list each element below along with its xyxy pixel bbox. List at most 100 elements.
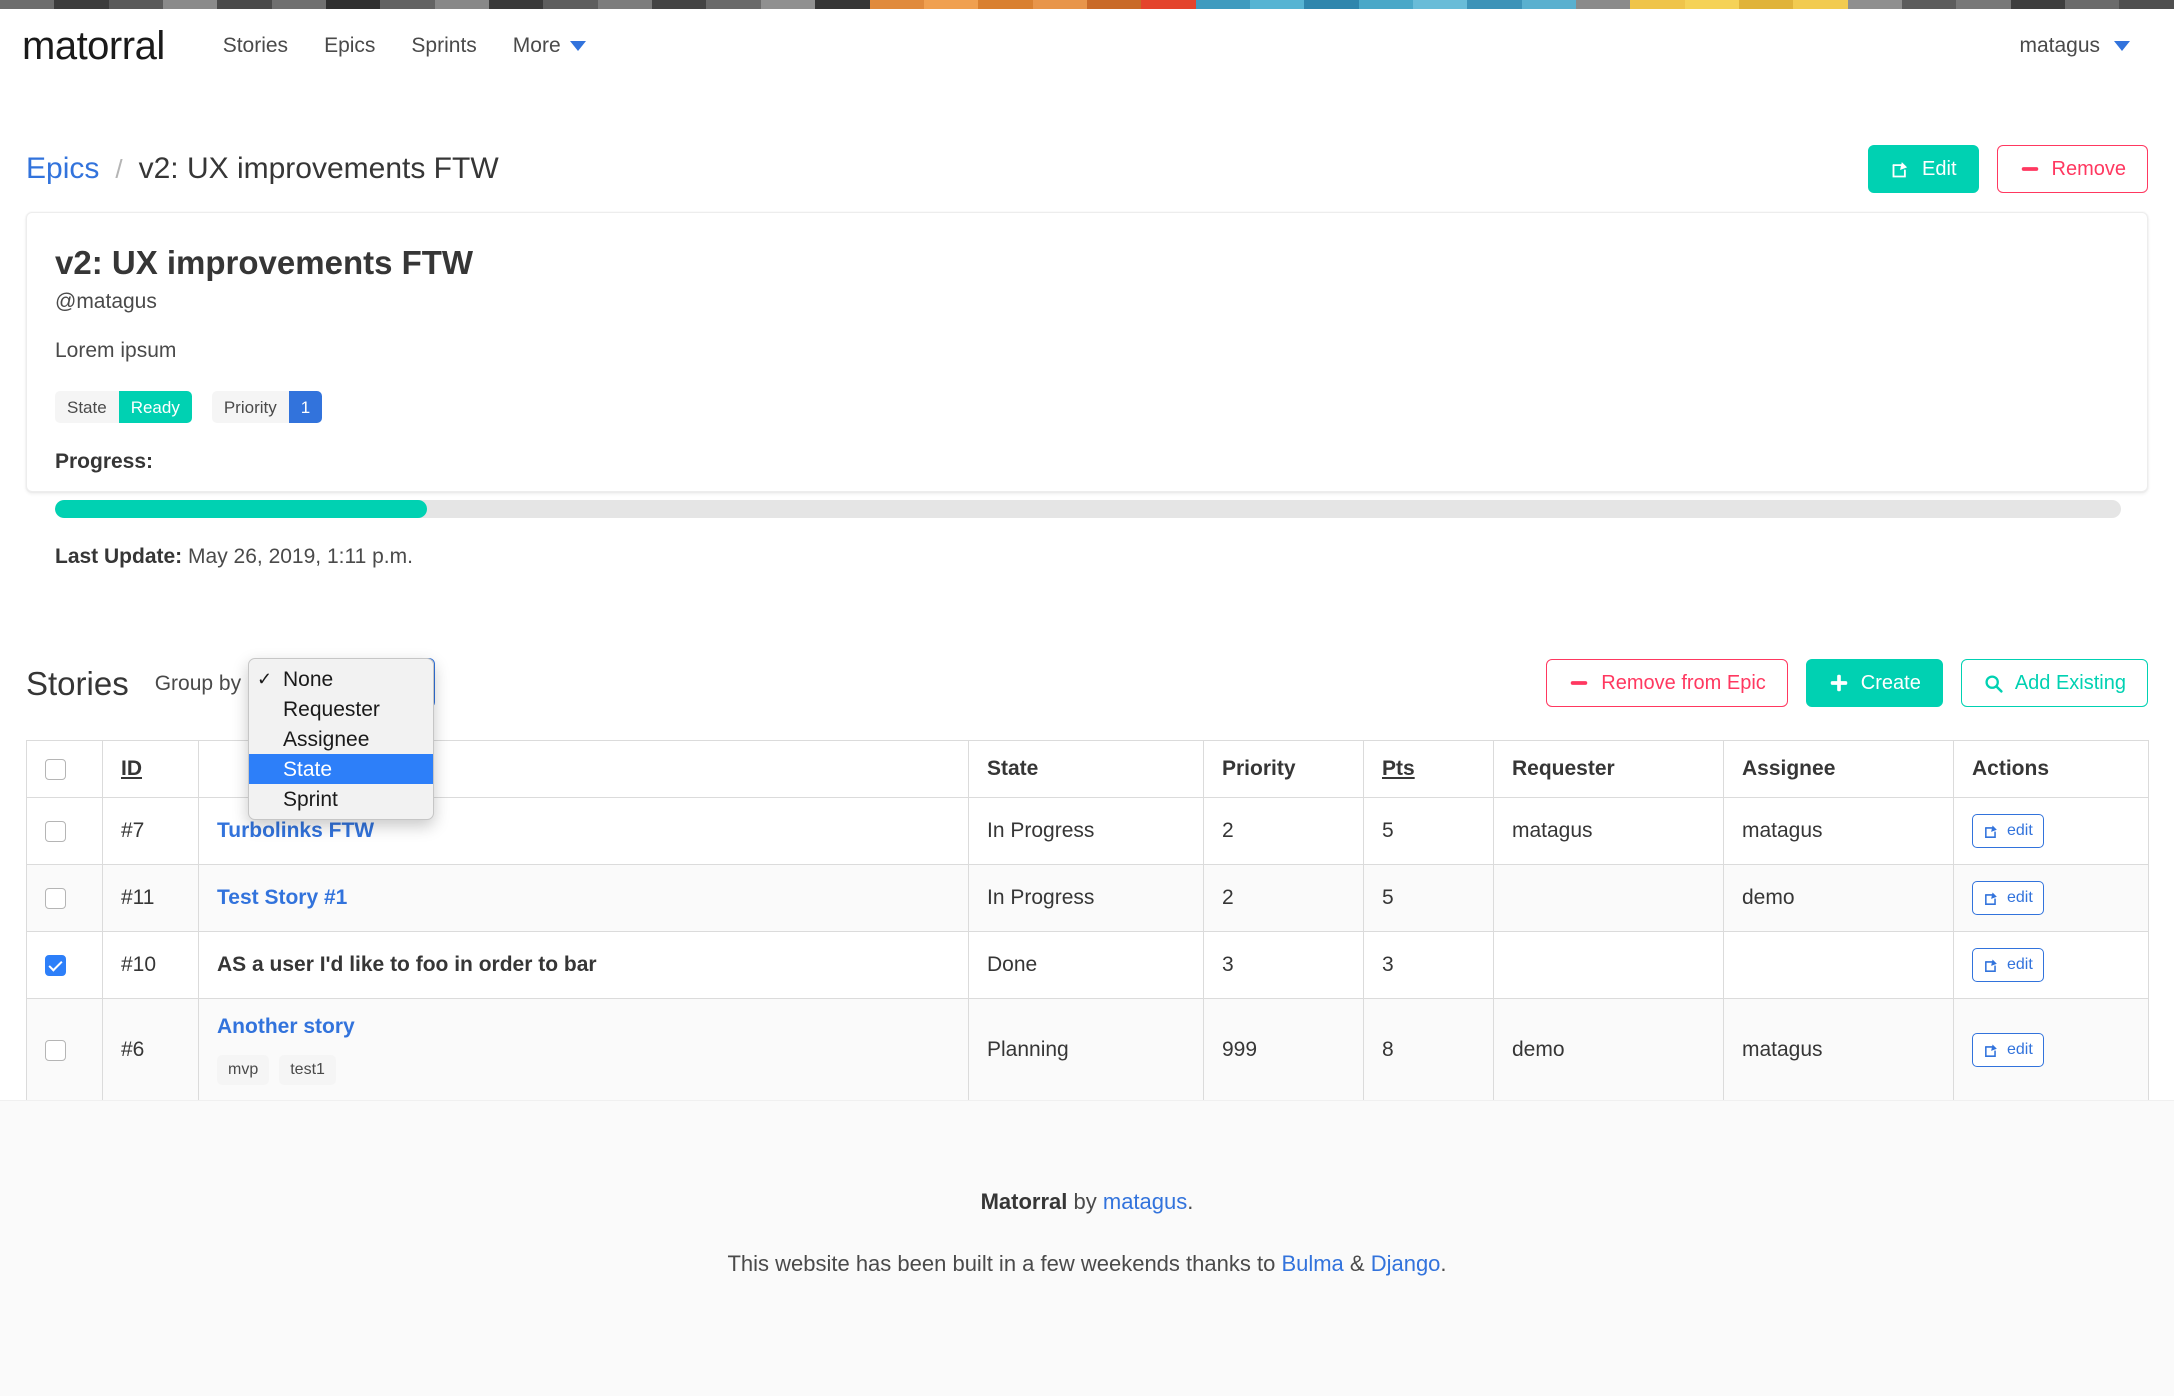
story-tag[interactable]: mvp	[217, 1055, 270, 1085]
cell-priority: 999	[1203, 998, 1364, 1102]
group-by-option-requester[interactable]: Requester	[249, 694, 433, 724]
group-by-option-label: State	[283, 757, 333, 781]
cell-id: #10	[102, 931, 199, 999]
table-row: #11 Test Story #1 In Progress 2 5 demo edit	[26, 864, 2149, 932]
minus-icon	[2019, 158, 2041, 180]
group-by-dropdown-menu[interactable]: ✓ None Requester Assignee State Sprint	[248, 658, 434, 820]
search-icon	[1983, 673, 2004, 694]
strip-segment	[163, 0, 218, 9]
footer-author-link[interactable]: matagus	[1103, 1189, 1187, 1214]
last-update-label: Last Update:	[55, 545, 183, 569]
stories-heading: Stories	[26, 664, 129, 702]
strip-segment	[1630, 0, 1685, 9]
edit-story-button[interactable]: edit	[1972, 1033, 2044, 1067]
strip-segment	[1956, 0, 2011, 9]
row-select-cell	[26, 931, 103, 999]
cell-actions: edit	[1953, 931, 2149, 999]
cell-state: Done	[968, 931, 1204, 999]
user-menu[interactable]: matagus	[2019, 35, 2152, 56]
story-tag[interactable]: test1	[279, 1055, 336, 1085]
nav-item-more[interactable]: More	[495, 35, 604, 56]
group-by-option-state[interactable]: State	[249, 754, 433, 784]
state-badge-value: Ready	[118, 391, 192, 424]
nav-item-stories[interactable]: Stories	[205, 35, 306, 56]
story-title-link[interactable]: Another story	[217, 1015, 950, 1039]
cell-requester: matagus	[1493, 797, 1724, 865]
progress-label: Progress:	[55, 450, 154, 474]
cell-assignee: matagus	[1723, 797, 1954, 865]
brand-logo[interactable]: matorral	[22, 26, 165, 66]
cell-title: AS a user I'd like to foo in order to ba…	[198, 931, 969, 999]
story-title-link[interactable]: Turbolinks FTW	[217, 819, 950, 843]
breadcrumb-link-epics[interactable]: Epics	[26, 154, 99, 184]
nav-more-label: More	[512, 34, 561, 57]
strip-segment	[1358, 0, 1413, 9]
row-select-cell	[26, 864, 103, 932]
group-by-label: Group by	[154, 671, 242, 695]
state-badge: State Ready	[55, 391, 192, 424]
create-story-button[interactable]: Create	[1805, 659, 1943, 707]
cell-pts: 3	[1363, 931, 1494, 999]
strip-segment	[1249, 0, 1305, 9]
strip-segment	[1195, 0, 1250, 9]
row-select-checkbox[interactable]	[45, 1039, 66, 1061]
row-select-checkbox[interactable]	[45, 954, 66, 976]
strip-segment	[271, 0, 327, 9]
row-select-checkbox[interactable]	[45, 820, 66, 842]
footer-credit-line: Matorral by matagus.	[981, 1191, 1194, 1213]
group-by-option-label: Sprint	[283, 787, 338, 811]
cell-state: In Progress	[968, 797, 1204, 865]
footer-tech-prefix: This website has been built in a few wee…	[727, 1251, 1282, 1276]
story-title-link[interactable]: Test Story #1	[217, 886, 950, 910]
cell-state: In Progress	[968, 864, 1204, 932]
strip-segment	[2119, 0, 2174, 9]
group-by-option-assignee[interactable]: Assignee	[249, 724, 433, 754]
nav-item-sprints[interactable]: Sprints	[393, 35, 494, 56]
group-by-option-none[interactable]: ✓ None	[249, 664, 433, 694]
group-by-option-sprint[interactable]: Sprint	[249, 784, 433, 814]
edit-epic-button[interactable]: Edit	[1868, 145, 1979, 193]
cell-title: Another story mvp test1	[198, 998, 969, 1102]
edit-story-button[interactable]: edit	[1972, 814, 2044, 848]
add-existing-button[interactable]: Add Existing	[1960, 659, 2148, 707]
footer-tech-end: .	[1440, 1251, 1447, 1276]
last-update: Last Update: May 26, 2019, 1:11 p.m.	[55, 546, 2119, 567]
group-by-option-label: Assignee	[283, 727, 370, 751]
footer-bulma-link[interactable]: Bulma	[1281, 1251, 1343, 1276]
cell-actions: edit	[1953, 998, 2149, 1102]
sort-by-id-link[interactable]: ID	[121, 757, 142, 780]
strip-segment	[326, 0, 381, 9]
cell-state: Planning	[968, 998, 1204, 1102]
strip-segment	[380, 0, 435, 9]
cell-title: Test Story #1	[198, 864, 969, 932]
user-menu-label: matagus	[2019, 34, 2100, 57]
column-header-id: ID	[102, 740, 199, 798]
remove-epic-label: Remove	[2051, 158, 2126, 180]
sort-by-pts-link[interactable]: Pts	[1382, 757, 1415, 780]
epic-tag-row: State Ready Priority 1	[55, 391, 2119, 424]
edit-story-label: edit	[2007, 822, 2033, 839]
cell-pts: 5	[1363, 797, 1494, 865]
column-header-pts: Pts	[1363, 740, 1494, 798]
select-all-checkbox[interactable]	[45, 758, 66, 780]
footer-brand: Matorral	[980, 1189, 1068, 1214]
add-existing-label: Add Existing	[2014, 672, 2126, 694]
strip-segment	[923, 0, 979, 9]
breadcrumb: Epics / v2: UX improvements FTW Edit Rem…	[0, 136, 2174, 202]
nav-item-epics[interactable]: Epics	[306, 35, 393, 56]
minus-icon	[1568, 672, 1590, 694]
last-update-value: May 26, 2019, 1:11 p.m.	[188, 545, 413, 569]
strip-segment	[489, 0, 544, 9]
remove-from-epic-button[interactable]: Remove from Epic	[1546, 659, 1788, 707]
remove-epic-button[interactable]: Remove	[1996, 145, 2148, 193]
cell-id: #6	[102, 998, 199, 1102]
edit-story-button[interactable]: edit	[1972, 948, 2044, 982]
footer-tech-mid: &	[1343, 1251, 1371, 1276]
table-row: #6 Another story mvp test1 Planning 999 8 demo m…	[26, 998, 2149, 1102]
strip-segment	[815, 0, 870, 9]
strip-segment	[1467, 0, 1522, 9]
row-select-checkbox[interactable]	[45, 887, 66, 909]
strip-segment	[760, 0, 816, 9]
footer-django-link[interactable]: Django	[1371, 1251, 1441, 1276]
edit-story-button[interactable]: edit	[1972, 881, 2044, 915]
